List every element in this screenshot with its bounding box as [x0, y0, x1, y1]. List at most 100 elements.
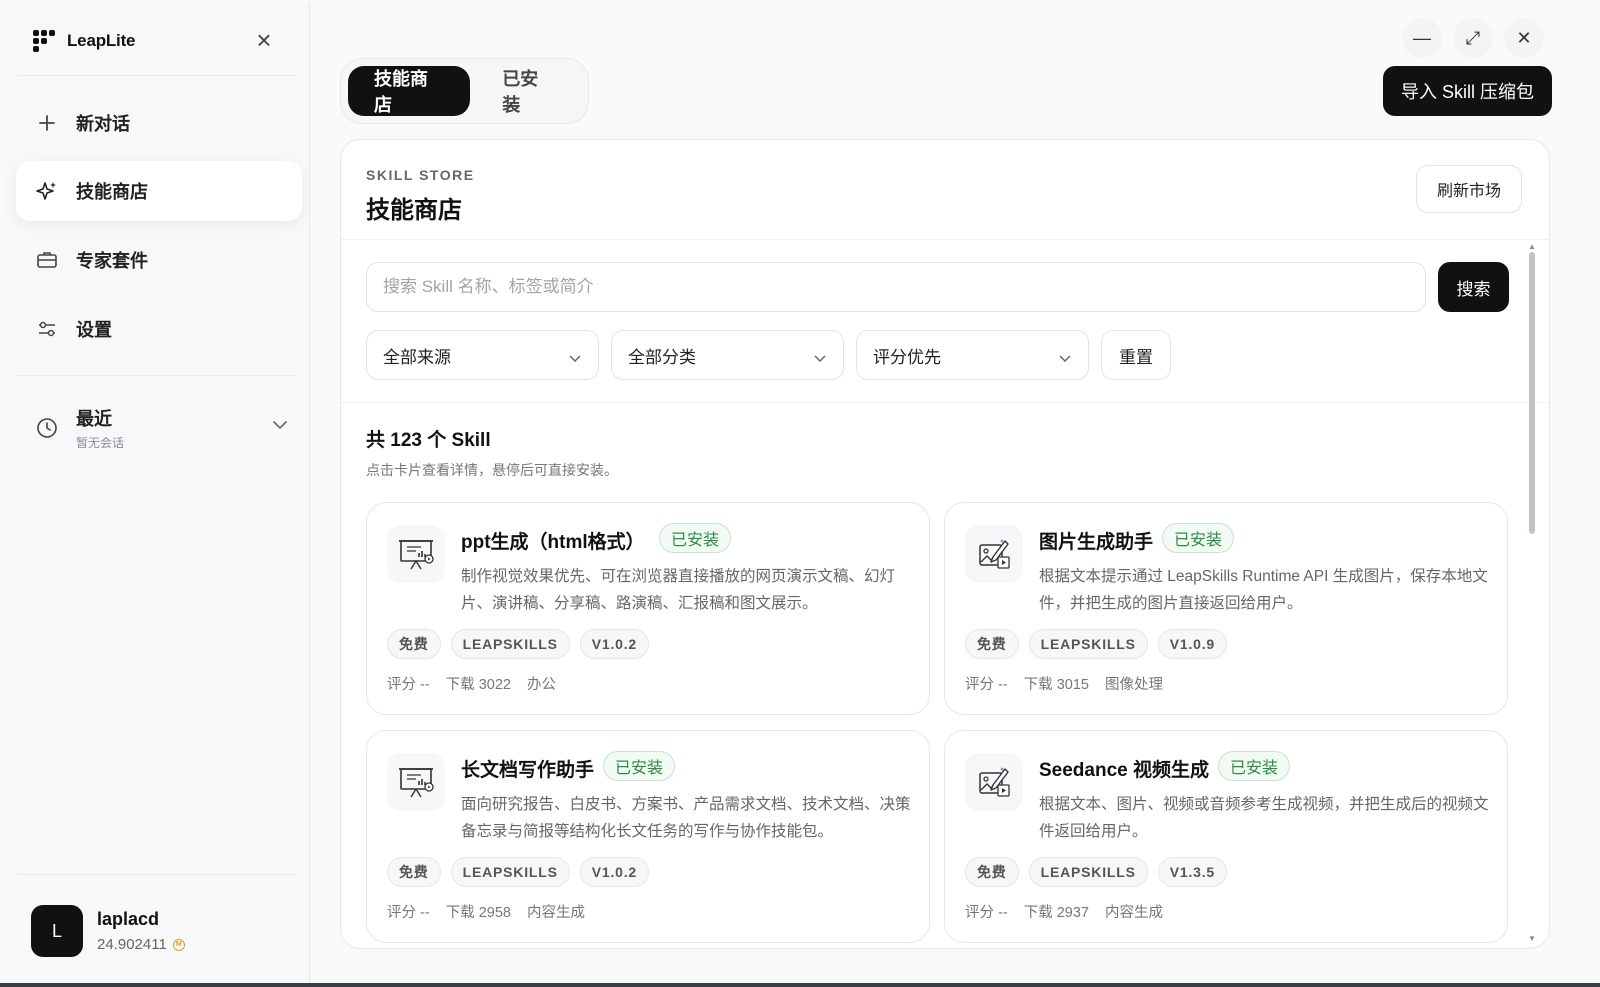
skill-card[interactable]: Seedance 视频生成 已安装 根据文本、图片、视频或音频参考生成视频，并把…: [944, 730, 1508, 943]
sidebar-item-new-chat[interactable]: 新对话: [16, 93, 302, 153]
skill-description: 面向研究报告、白皮书、方案书、产品需求文档、技术文档、决策备忘录与简报等结构化长…: [461, 796, 911, 840]
close-window-button[interactable]: ✕: [1504, 18, 1544, 58]
skill-title: 长文档写作助手: [461, 760, 595, 781]
user-profile[interactable]: L laplacd 24.902411 M: [31, 905, 185, 957]
recent-section-toggle[interactable]: 最近 暂无会话: [16, 397, 302, 459]
installed-badge: 已安装: [659, 523, 732, 553]
skill-meta: 评分 -- 下载 2958 内容生成: [387, 901, 585, 922]
select-value: 评分优先: [873, 347, 941, 367]
search-input[interactable]: [366, 262, 1426, 312]
category-filter-select[interactable]: 全部分类: [611, 330, 844, 380]
skill-category: 图像处理: [1104, 677, 1163, 693]
skill-category: 内容生成: [1104, 905, 1163, 921]
source-filter-select[interactable]: 全部来源: [366, 330, 599, 380]
skill-tags: 免费 LEAPSKILLS V1.0.9: [965, 629, 1228, 659]
sidebar-item-label: 设置: [76, 320, 112, 340]
scroll-down-arrow-icon[interactable]: ▼: [1528, 934, 1536, 943]
store-kicker: SKILL STORE: [366, 167, 475, 183]
skill-downloads: 下载 2937: [1023, 905, 1089, 921]
main-area: — ⤢ ✕ 技能商店 已安装 导入 Skill 压缩包 SKILL STORE …: [311, 2, 1600, 987]
select-value: 全部来源: [383, 347, 451, 367]
skill-category: 内容生成: [526, 905, 585, 921]
version-tag: V1.0.2: [579, 629, 650, 659]
maximize-button[interactable]: ⤢: [1453, 18, 1493, 58]
presentation-icon: [387, 753, 445, 811]
version-tag: V1.0.9: [1157, 629, 1228, 659]
skill-category: 办公: [526, 677, 556, 693]
skill-description: 根据文本、图片、视频或音频参考生成视频，并把生成后的视频文件返回给用户。: [1039, 796, 1489, 840]
sliders-icon: [36, 318, 58, 340]
search-button[interactable]: 搜索: [1438, 262, 1509, 312]
plus-icon: [36, 112, 58, 134]
source-tag: LEAPSKILLS: [450, 857, 570, 887]
skill-rating: 评分 --: [965, 677, 1008, 693]
sidebar-item-expert-kits[interactable]: 专家套件: [16, 230, 302, 290]
brand-name: LeapLite: [67, 31, 136, 50]
minimize-icon: —: [1413, 27, 1431, 48]
recent-empty-text: 暂无会话: [76, 436, 125, 450]
skill-card[interactable]: 图片生成助手 已安装 根据文本提示通过 LeapSkills Runtime A…: [944, 502, 1508, 715]
version-tag: V1.3.5: [1157, 857, 1228, 887]
skill-meta: 评分 -- 下载 3022 办公: [387, 673, 556, 694]
briefcase-icon: [36, 249, 58, 271]
minimize-button[interactable]: —: [1402, 18, 1442, 58]
sort-select[interactable]: 评分优先: [856, 330, 1089, 380]
skill-card[interactable]: ppt生成（html格式） 已安装 制作视觉效果优先、可在浏览器直接播放的网页演…: [366, 502, 930, 715]
skill-description: 制作视觉效果优先、可在浏览器直接播放的网页演示文稿、幻灯片、演讲稿、分享稿、路演…: [461, 568, 896, 612]
image-magic-icon: [965, 753, 1023, 811]
window-bottom-edge: [0, 983, 1600, 987]
installed-badge: 已安装: [603, 751, 676, 781]
skill-card[interactable]: 长文档写作助手 已安装 面向研究报告、白皮书、方案书、产品需求文档、技术文档、决…: [366, 730, 930, 943]
refresh-market-button[interactable]: 刷新市场: [1416, 165, 1522, 213]
balance-value: 24.902411: [97, 936, 167, 953]
installed-badge: 已安装: [1218, 751, 1291, 781]
divider: [18, 874, 296, 875]
divider: [18, 75, 296, 76]
tab-skill-store[interactable]: 技能商店: [348, 66, 471, 116]
skill-store-panel: SKILL STORE 技能商店 刷新市场 搜索 全部来源 全部分类 评分优先 …: [340, 139, 1550, 949]
reset-filters-button[interactable]: 重置: [1101, 330, 1171, 380]
installed-badge: 已安装: [1162, 523, 1235, 553]
select-value: 全部分类: [628, 347, 696, 367]
skill-downloads: 下载 2958: [445, 905, 511, 921]
scroll-up-arrow-icon[interactable]: ▲: [1528, 242, 1536, 251]
close-icon: ×: [256, 25, 272, 55]
price-tag: 免费: [965, 629, 1019, 659]
skill-downloads: 下载 3022: [445, 677, 511, 693]
sidebar-item-skill-store[interactable]: 技能商店: [16, 161, 302, 221]
chevron-down-icon: [1058, 348, 1072, 368]
chevron-down-icon: [272, 417, 288, 435]
tab-installed[interactable]: 已安装: [476, 66, 581, 116]
clock-icon: [36, 417, 58, 439]
image-magic-icon: [965, 525, 1023, 583]
chevron-down-icon: [813, 348, 827, 368]
user-balance-row: 24.902411 M: [97, 936, 185, 953]
scrollbar-thumb[interactable]: [1529, 252, 1535, 534]
price-tag: 免费: [965, 857, 1019, 887]
source-tag: LEAPSKILLS: [1028, 629, 1148, 659]
version-tag: V1.0.2: [579, 857, 650, 887]
brand: LeapLite: [33, 28, 136, 54]
close-sidebar-button[interactable]: ×: [252, 25, 276, 55]
sidebar-item-settings[interactable]: 设置: [16, 299, 302, 359]
close-icon: ✕: [1516, 27, 1532, 48]
store-hint: 点击卡片查看详情，悬停后可直接安装。: [366, 462, 618, 478]
sidebar: LeapLite × 新对话 技能商店 专家套件 设置 最近 暂无会话 L la…: [2, 2, 310, 983]
sidebar-item-label: 专家套件: [76, 251, 148, 271]
skill-rating: 评分 --: [387, 677, 430, 693]
user-name: laplacd: [97, 909, 160, 929]
chevron-down-icon: [568, 348, 582, 368]
skill-rating: 评分 --: [965, 905, 1008, 921]
app-window: LeapLite × 新对话 技能商店 专家套件 设置 最近 暂无会话 L la…: [0, 0, 1600, 987]
import-skill-zip-button[interactable]: 导入 Skill 压缩包: [1383, 66, 1552, 116]
skill-meta: 评分 -- 下载 2937 内容生成: [965, 901, 1163, 922]
page-title: 技能商店: [366, 197, 462, 224]
sidebar-item-label: 新对话: [76, 114, 130, 134]
skill-rating: 评分 --: [387, 905, 430, 921]
skill-title: 图片生成助手: [1039, 532, 1154, 553]
skill-tags: 免费 LEAPSKILLS V1.3.5: [965, 857, 1228, 887]
source-tag: LEAPSKILLS: [1028, 857, 1148, 887]
source-tag: LEAPSKILLS: [450, 629, 570, 659]
skill-tags: 免费 LEAPSKILLS V1.0.2: [387, 629, 650, 659]
coin-icon: M: [172, 938, 185, 951]
